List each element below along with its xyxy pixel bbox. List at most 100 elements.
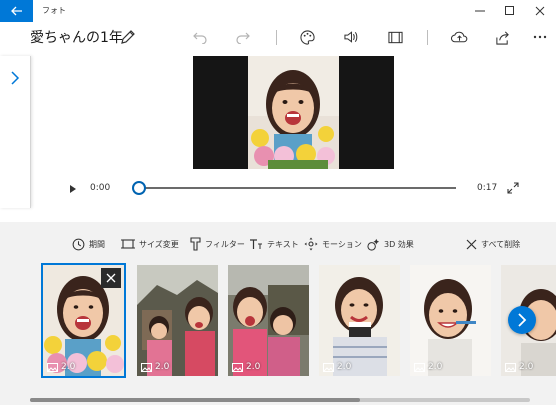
motion-icon <box>304 237 318 251</box>
3d-effects-label: 3D 効果 <box>384 239 414 249</box>
minimize-icon <box>475 10 485 12</box>
play-icon <box>70 185 76 193</box>
scrollbar-thumb[interactable] <box>30 398 360 402</box>
image-icon <box>141 362 152 372</box>
seek-handle[interactable] <box>132 181 146 195</box>
text-label: テキスト <box>267 239 299 249</box>
text-icon <box>250 239 262 249</box>
clip-duration-value: 2.0 <box>428 362 443 372</box>
chevron-right-icon <box>518 313 527 327</box>
toolbar-divider <box>427 30 428 45</box>
rename-button[interactable] <box>120 29 136 45</box>
audio-button[interactable] <box>341 27 361 47</box>
close-icon <box>466 239 477 249</box>
storyboard-clip[interactable]: 2.0 <box>410 265 491 376</box>
storyboard: 期間 サイズ変更 フィルター テキスト モーション 3D 効果 すべて削除 2.… <box>0 222 556 405</box>
storyboard-scrollbar[interactable] <box>30 398 530 402</box>
pencil-icon <box>121 30 135 44</box>
duration-label: 期間 <box>89 239 105 249</box>
clip-duration-value: 2.0 <box>61 362 76 372</box>
clip-thumbnail <box>228 265 309 376</box>
undo-button[interactable] <box>190 27 210 47</box>
title-bar: フォト <box>0 0 556 22</box>
close-icon <box>106 273 116 283</box>
upload-button[interactable] <box>449 27 469 47</box>
clip-duration: 2.0 <box>323 362 351 372</box>
share-icon <box>495 31 509 45</box>
resize-icon <box>121 239 135 249</box>
close-icon <box>535 6 545 16</box>
cloud-upload-icon <box>450 31 467 43</box>
library-panel[interactable] <box>0 56 31 208</box>
resize-button[interactable]: サイズ変更 <box>121 236 179 252</box>
3d-effects-button[interactable]: 3D 効果 <box>367 236 414 252</box>
3d-effects-icon <box>367 238 380 251</box>
fullscreen-button[interactable] <box>506 180 520 194</box>
clip-duration-value: 2.0 <box>337 362 352 372</box>
aspect-ratio-button[interactable] <box>385 27 405 47</box>
storyboard-clip[interactable]: 2.0 <box>41 263 126 378</box>
clip-duration: 2.0 <box>414 362 442 372</box>
image-icon <box>505 362 516 372</box>
clip-thumbnail <box>319 265 400 376</box>
share-button[interactable] <box>492 27 512 47</box>
preview-image <box>248 56 339 169</box>
image-icon <box>232 362 243 372</box>
chevron-right-icon <box>11 71 20 85</box>
redo-button[interactable] <box>233 27 253 47</box>
clip-duration-value: 2.0 <box>519 362 534 372</box>
editor-header: 愛ちゃんの1年 <box>0 22 556 54</box>
scroll-right-button[interactable] <box>508 306 536 334</box>
clip-duration: 2.0 <box>232 362 260 372</box>
clip-duration: 2.0 <box>505 362 533 372</box>
duration-button[interactable]: 期間 <box>72 236 105 252</box>
motion-button[interactable]: モーション <box>304 236 362 252</box>
redo-icon <box>236 32 250 44</box>
back-button[interactable] <box>0 0 33 22</box>
total-time: 0:17 <box>477 183 498 193</box>
motion-label: モーション <box>322 239 362 249</box>
current-time: 0:00 <box>90 183 111 193</box>
theme-button[interactable] <box>297 27 317 47</box>
expand-panel-button[interactable] <box>8 70 22 86</box>
undo-icon <box>193 32 207 44</box>
seek-track[interactable] <box>134 187 456 189</box>
more-button[interactable] <box>530 27 550 47</box>
palette-icon <box>299 29 315 45</box>
clip-duration: 2.0 <box>141 362 169 372</box>
clip-duration-value: 2.0 <box>155 362 170 372</box>
resize-label: サイズ変更 <box>139 239 179 249</box>
video-preview[interactable] <box>193 56 394 169</box>
remove-clip-button[interactable] <box>101 268 121 288</box>
image-icon <box>323 362 334 372</box>
more-icon <box>533 35 547 39</box>
volume-icon <box>343 31 357 43</box>
clip-thumbnail <box>410 265 491 376</box>
image-icon <box>414 362 425 372</box>
clip-duration-value: 2.0 <box>246 362 261 372</box>
image-icon <box>47 362 58 372</box>
maximize-icon <box>505 6 514 15</box>
filters-label: フィルター <box>205 239 245 249</box>
filter-icon <box>190 237 201 251</box>
toolbar-divider <box>276 30 277 45</box>
clip-duration: 2.0 <box>47 362 75 372</box>
clip-thumbnail <box>137 265 218 376</box>
minimize-button[interactable] <box>465 0 495 22</box>
back-arrow-icon <box>10 6 22 16</box>
app-title: フォト <box>42 6 66 15</box>
remove-all-label: すべて削除 <box>481 239 521 249</box>
maximize-button[interactable] <box>495 0 525 22</box>
fullscreen-icon <box>507 182 519 194</box>
remove-all-button[interactable]: すべて削除 <box>466 236 520 252</box>
storyboard-clip[interactable]: 2.0 <box>228 265 309 376</box>
play-button[interactable] <box>67 181 79 195</box>
close-window-button[interactable] <box>525 0 555 22</box>
project-title: 愛ちゃんの1年 <box>30 30 123 46</box>
filters-button[interactable]: フィルター <box>190 236 245 252</box>
clock-icon <box>72 238 85 250</box>
text-button[interactable]: テキスト <box>249 236 299 252</box>
storyboard-clip[interactable]: 2.0 <box>319 265 400 376</box>
aspect-ratio-icon <box>387 31 403 43</box>
storyboard-clip[interactable]: 2.0 <box>137 265 218 376</box>
